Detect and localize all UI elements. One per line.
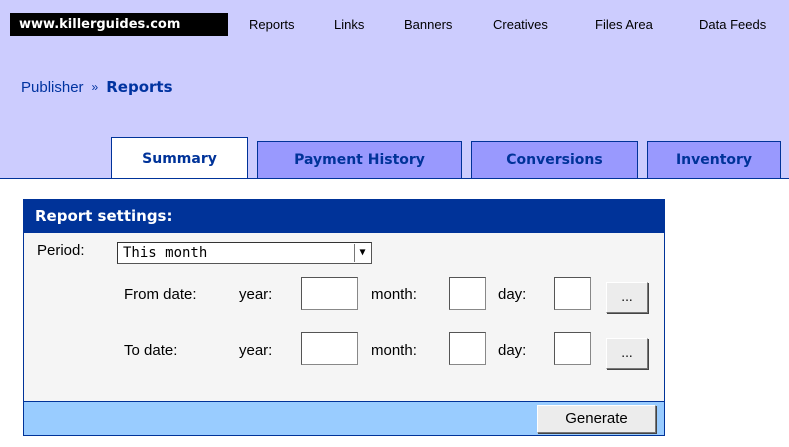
from-date-picker-button[interactable]: ... bbox=[606, 282, 648, 313]
nav-link-data-feeds[interactable]: Data Feeds bbox=[699, 13, 766, 36]
nav-link-reports[interactable]: Reports bbox=[249, 13, 295, 36]
page-title: Reports bbox=[106, 78, 173, 96]
panel-footer: Generate bbox=[24, 401, 664, 435]
to-day-input[interactable] bbox=[554, 332, 591, 365]
report-settings-panel: Report settings: Period: This month ▼ Fr… bbox=[23, 199, 665, 436]
nav-link-files-area[interactable]: Files Area bbox=[595, 13, 653, 36]
to-date-picker-button[interactable]: ... bbox=[606, 338, 648, 369]
period-select-value: This month bbox=[123, 245, 208, 261]
to-year-input[interactable] bbox=[301, 332, 358, 365]
nav-link-banners[interactable]: Banners bbox=[404, 13, 452, 36]
from-date-label: From date: bbox=[124, 286, 197, 303]
period-select[interactable]: This month ▼ bbox=[117, 242, 372, 264]
to-month-label: month: bbox=[371, 342, 417, 359]
nav-link-links[interactable]: Links bbox=[334, 13, 364, 36]
to-month-input[interactable] bbox=[449, 332, 486, 365]
from-month-input[interactable] bbox=[449, 277, 486, 310]
tab-baseline bbox=[0, 178, 789, 179]
to-day-label: day: bbox=[498, 342, 527, 359]
to-year-label: year: bbox=[239, 342, 273, 359]
breadcrumb-separator: » bbox=[91, 80, 99, 94]
to-date-label: To date: bbox=[124, 342, 178, 359]
top-nav: www.killerguides.com Reports Links Banne… bbox=[0, 0, 789, 36]
tab-summary[interactable]: Summary bbox=[111, 137, 248, 179]
panel-title: Report settings: bbox=[24, 200, 664, 233]
from-month-label: month: bbox=[371, 286, 417, 303]
breadcrumb-publisher-link[interactable]: Publisher bbox=[21, 79, 84, 96]
site-brand-link[interactable]: www.killerguides.com bbox=[10, 13, 228, 36]
generate-button[interactable]: Generate bbox=[537, 405, 656, 433]
tab-conversions[interactable]: Conversions bbox=[471, 141, 638, 179]
tab-payment-history[interactable]: Payment History bbox=[257, 141, 462, 179]
from-year-label: year: bbox=[239, 286, 273, 303]
from-day-input[interactable] bbox=[554, 277, 591, 310]
chevron-down-icon[interactable]: ▼ bbox=[354, 244, 370, 262]
from-day-label: day: bbox=[498, 286, 527, 303]
period-label: Period: bbox=[37, 242, 85, 259]
breadcrumb: Publisher » Reports bbox=[21, 78, 173, 96]
nav-link-creatives[interactable]: Creatives bbox=[493, 13, 548, 36]
from-year-input[interactable] bbox=[301, 277, 358, 310]
tab-inventory[interactable]: Inventory bbox=[647, 141, 781, 179]
